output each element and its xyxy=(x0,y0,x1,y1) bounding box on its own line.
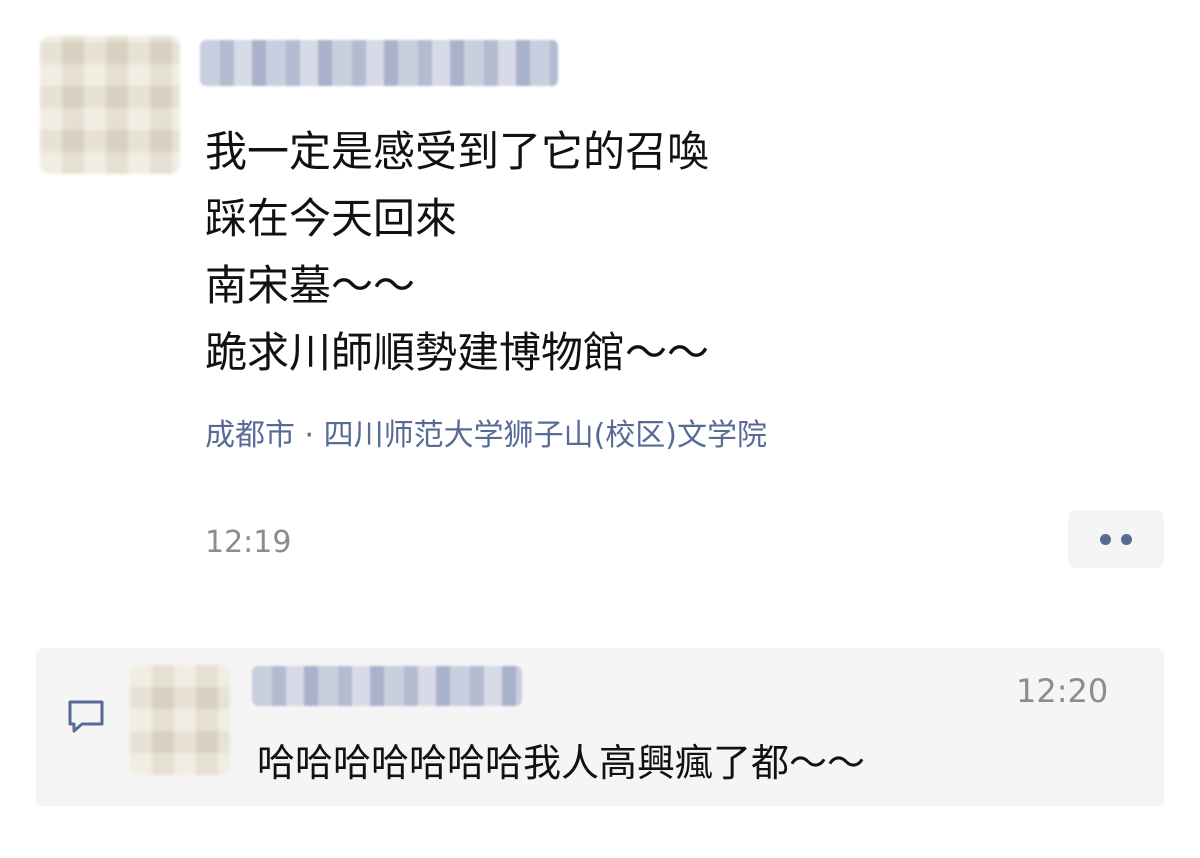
location-link[interactable]: 成都市 · 四川师范大学狮子山(校区)文学院 xyxy=(205,410,767,454)
post-text: 我一定是感受到了它的召喚 踩在今天回來 南宋墓～～ 跪求川師順勢建博物館～～ xyxy=(205,118,709,386)
commenter-name-blurred[interactable] xyxy=(252,666,522,706)
author-name-blurred[interactable] xyxy=(200,40,558,86)
post-line: 踩在今天回來 xyxy=(205,194,458,243)
post-line: 我一定是感受到了它的召喚 xyxy=(205,127,710,176)
post-timestamp: 12:19 xyxy=(205,525,292,560)
more-dots-icon xyxy=(1121,533,1132,545)
comment-timestamp: 12:20 xyxy=(1016,672,1109,710)
comment-icon xyxy=(68,700,104,733)
more-actions-button[interactable] xyxy=(1068,510,1164,568)
post-line: 南宋墓～～ xyxy=(205,261,416,310)
comment-text[interactable]: 哈哈哈哈哈哈哈我人高興瘋了都～～ xyxy=(257,732,865,787)
author-avatar[interactable] xyxy=(40,36,180,174)
commenter-avatar[interactable] xyxy=(130,665,230,775)
post-line: 跪求川師順勢建博物館～～ xyxy=(205,328,710,377)
more-dots-icon xyxy=(1100,533,1111,545)
